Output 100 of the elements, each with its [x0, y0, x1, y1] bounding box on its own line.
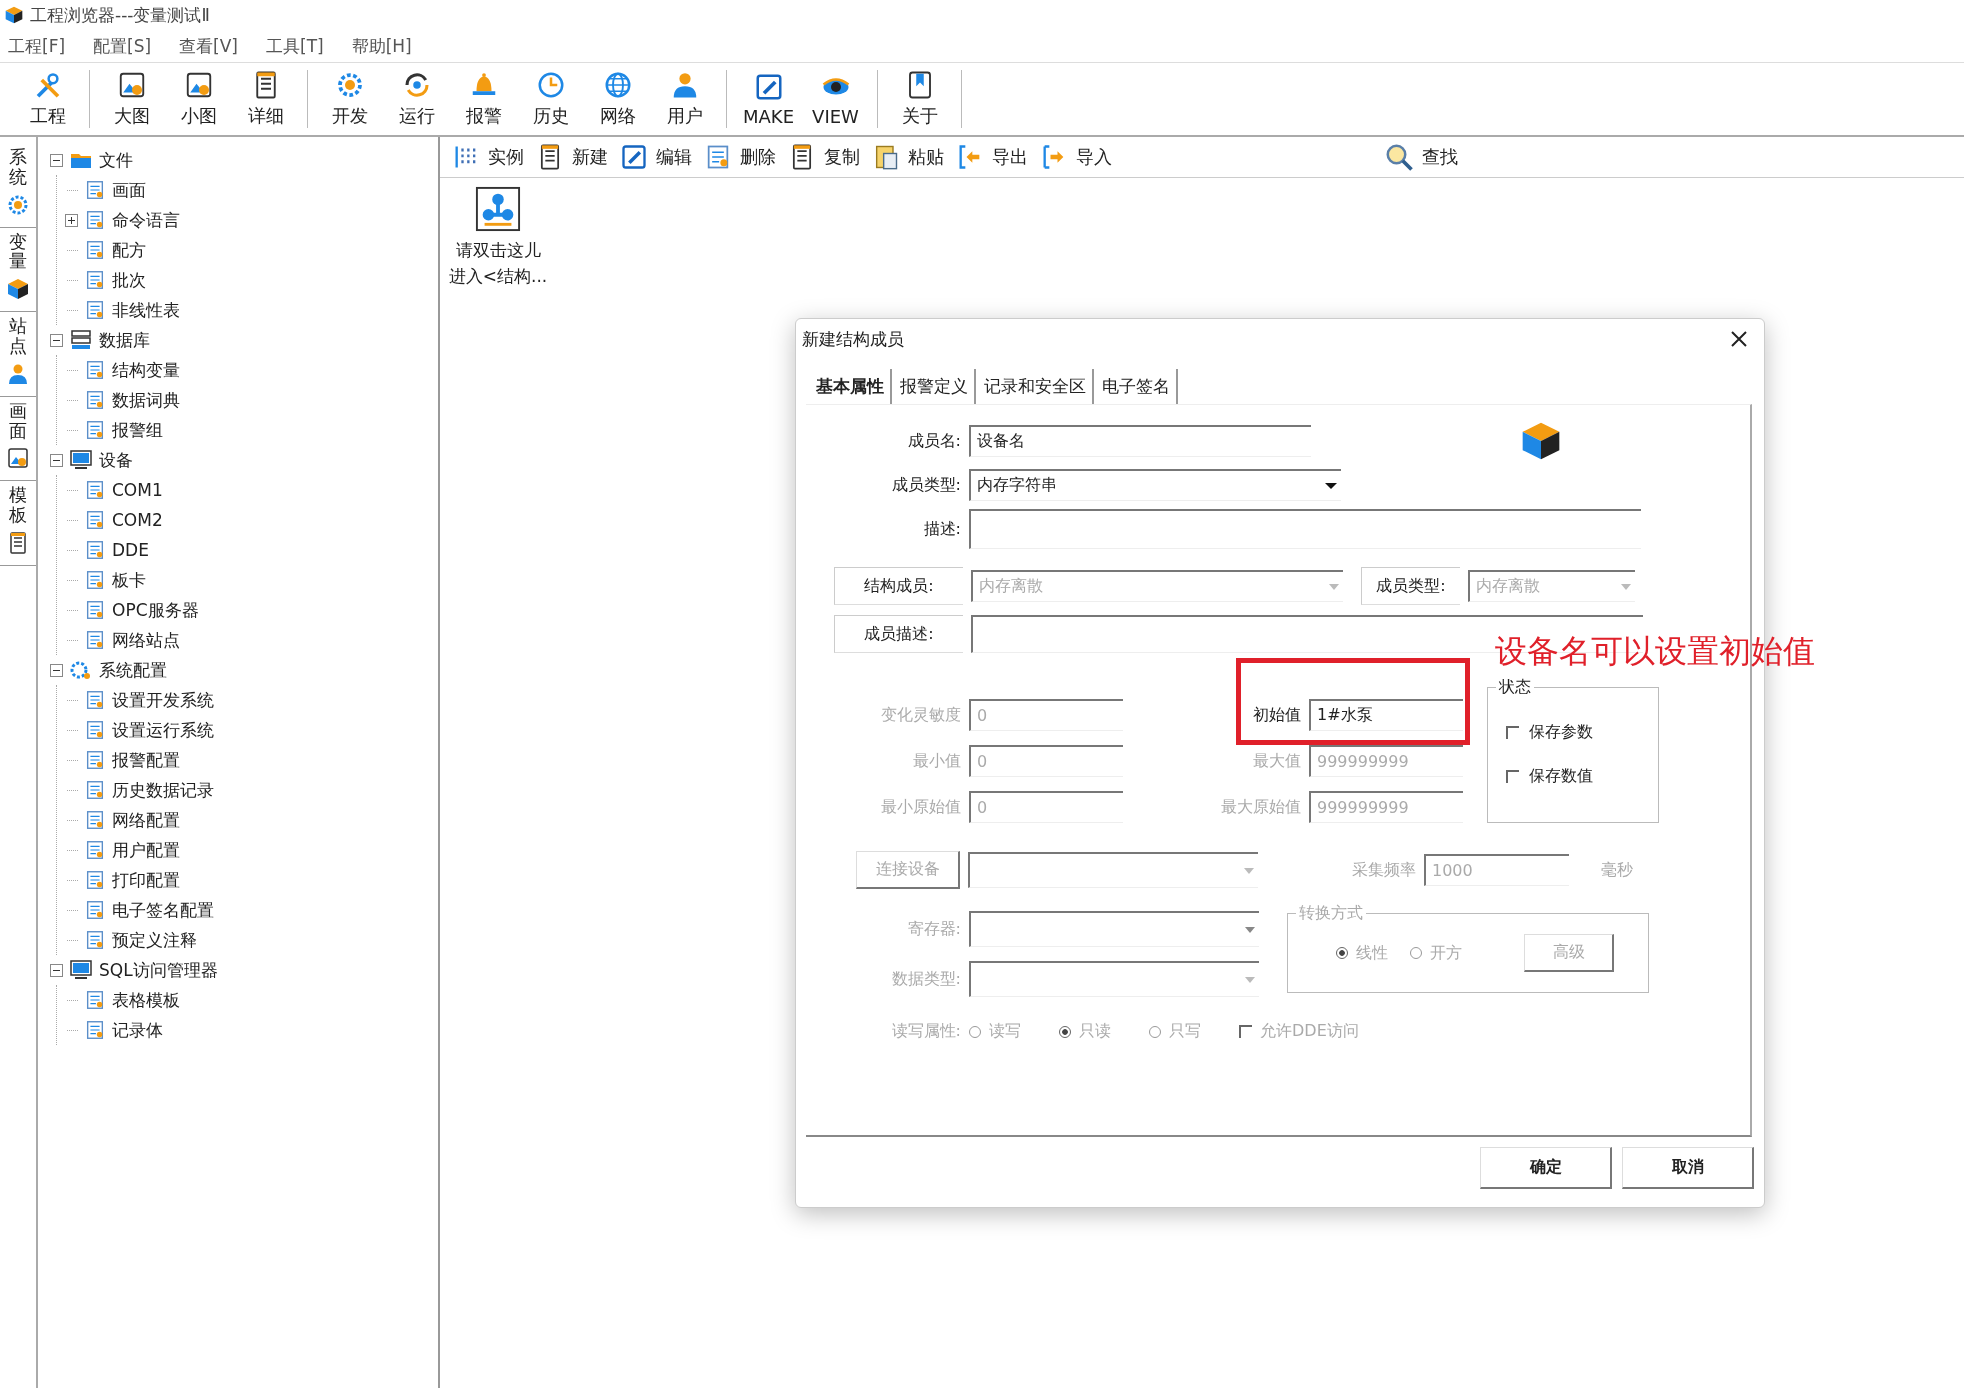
- side-tab[interactable]: 画面: [0, 396, 36, 482]
- tree-item[interactable]: 命令语言: [112, 208, 180, 232]
- field-label: 采集频率: [1351, 859, 1416, 881]
- tree-item[interactable]: 网络站点: [112, 628, 180, 652]
- tree-item[interactable]: 预定义注释: [112, 928, 197, 952]
- toolbar-button[interactable]: 网络: [584, 66, 651, 132]
- dropdown[interactable]: [968, 852, 1258, 888]
- toolbar-button[interactable]: 新建: [536, 143, 616, 171]
- field-label: 成员描述:: [834, 615, 963, 653]
- document-icon: [84, 629, 106, 651]
- tree-item[interactable]: 打印配置: [112, 868, 180, 892]
- dialog-button[interactable]: 确定: [1480, 1147, 1612, 1189]
- tree-item[interactable]: 文件: [99, 148, 133, 172]
- field-label: 数据类型:: [890, 968, 961, 990]
- collapse-toggle-icon[interactable]: [50, 963, 63, 977]
- side-tab[interactable]: 站点: [0, 312, 36, 397]
- toolbar-button[interactable]: 复制: [788, 143, 868, 171]
- dialog-title: 新建结构成员: [802, 327, 904, 351]
- tree-item[interactable]: OPC服务器: [112, 598, 199, 622]
- toolbar-button[interactable]: 详细: [232, 66, 299, 132]
- dropdown[interactable]: [969, 911, 1259, 947]
- tree-item[interactable]: 设置运行系统: [112, 718, 214, 742]
- side-tab[interactable]: 系统: [0, 143, 36, 228]
- document-icon: [84, 689, 106, 711]
- toolbar-button[interactable]: 导入: [1040, 143, 1120, 171]
- search-icon: [1384, 142, 1414, 172]
- menu-item[interactable]: 工具[T]: [266, 34, 324, 58]
- menu-item[interactable]: 帮助[H]: [351, 34, 412, 58]
- tree-item[interactable]: 结构变量: [112, 358, 180, 382]
- close-icon[interactable]: [1730, 330, 1748, 348]
- tree-item[interactable]: 批次: [112, 268, 146, 292]
- tree-item[interactable]: 记录体: [112, 1018, 163, 1042]
- toolbar-button[interactable]: 用户: [651, 66, 718, 132]
- tree-item[interactable]: COM2: [112, 510, 163, 530]
- tree-item[interactable]: COM1: [112, 480, 163, 500]
- checkbox-label[interactable]: 保存参数: [1529, 721, 1593, 743]
- tree-item[interactable]: 画面: [112, 178, 146, 202]
- tree-item[interactable]: 设置开发系统: [112, 688, 214, 712]
- expand-toggle-icon[interactable]: [65, 213, 78, 227]
- tree-item[interactable]: 电子签名配置: [112, 898, 214, 922]
- collapse-toggle-icon[interactable]: [50, 333, 63, 347]
- tree-item[interactable]: SQL访问管理器: [99, 958, 218, 982]
- toolbar-button[interactable]: 报警: [450, 66, 517, 132]
- document-icon: [84, 479, 106, 501]
- side-tab[interactable]: 变量: [0, 227, 36, 313]
- document-icon: [84, 359, 106, 381]
- item-label[interactable]: 请双击这儿 进入<结构...: [448, 238, 548, 289]
- toolbar-button[interactable]: 编辑: [620, 143, 700, 171]
- toolbar-button[interactable]: 实例: [452, 143, 532, 171]
- toolbar-button[interactable]: 关于: [886, 66, 953, 132]
- document-icon: [84, 869, 106, 891]
- tree-item[interactable]: 用户配置: [112, 838, 180, 862]
- tree-item[interactable]: 数据词典: [112, 388, 180, 412]
- dialog-button[interactable]: 取消: [1622, 1147, 1754, 1189]
- toolbar-button[interactable]: 工程: [14, 66, 81, 132]
- field-label: 描述:: [922, 518, 961, 540]
- toolbar-button[interactable]: 导出: [956, 143, 1036, 171]
- search-button[interactable]: 查找: [1384, 142, 1466, 172]
- tree-item[interactable]: 表格模板: [112, 988, 180, 1012]
- document-icon: [84, 239, 106, 261]
- field-label: 最大原始值: [1220, 796, 1301, 818]
- text-field[interactable]: [969, 509, 1641, 549]
- menu-item[interactable]: 配置[S]: [93, 34, 152, 58]
- text-field[interactable]: 1#水泵: [1309, 699, 1463, 731]
- toolbar-button[interactable]: 粘贴: [872, 143, 952, 171]
- structure-diagram-icon: [475, 186, 521, 232]
- collapse-toggle-icon[interactable]: [50, 153, 63, 167]
- toolbar-button[interactable]: 小图: [165, 66, 232, 132]
- dropdown[interactable]: 内存字符串: [969, 469, 1341, 501]
- toolbar-button[interactable]: 运行: [383, 66, 450, 132]
- tree-item[interactable]: 设备: [99, 448, 133, 472]
- toolbar-button[interactable]: VIEW: [802, 66, 869, 132]
- tree-item[interactable]: 非线性表: [112, 298, 180, 322]
- tree-item[interactable]: DDE: [112, 540, 149, 560]
- field-label: 变化灵敏度: [880, 704, 961, 726]
- toolbar-button[interactable]: 删除: [704, 143, 784, 171]
- tree-item[interactable]: 板卡: [112, 568, 146, 592]
- dropdown[interactable]: [969, 961, 1259, 997]
- document-icon: [84, 209, 106, 231]
- tree-item[interactable]: 数据库: [99, 328, 150, 352]
- tree-item[interactable]: 报警组: [112, 418, 163, 442]
- tree-item[interactable]: 网络配置: [112, 808, 180, 832]
- tree-item[interactable]: 报警配置: [112, 748, 180, 772]
- tree-item[interactable]: 配方: [112, 238, 146, 262]
- text-field[interactable]: 设备名: [969, 425, 1311, 457]
- toolbar-button[interactable]: 开发: [316, 66, 383, 132]
- tree-item[interactable]: 系统配置: [99, 658, 167, 682]
- tree-item[interactable]: 历史数据记录: [112, 778, 214, 802]
- document-icon: [84, 539, 106, 561]
- collapse-toggle-icon[interactable]: [50, 663, 63, 677]
- field-label: 成员名:: [906, 430, 961, 452]
- checkbox-label[interactable]: 保存数值: [1529, 765, 1593, 787]
- side-tab[interactable]: 模板: [0, 481, 36, 566]
- field-label: 成员类型:: [1361, 567, 1460, 605]
- collapse-toggle-icon[interactable]: [50, 453, 63, 467]
- toolbar-button[interactable]: 历史: [517, 66, 584, 132]
- menu-item[interactable]: 工程[F]: [8, 34, 66, 58]
- toolbar-button[interactable]: MAKE: [735, 66, 802, 132]
- menu-item[interactable]: 查看[V]: [179, 34, 238, 58]
- toolbar-button[interactable]: 大图: [98, 66, 165, 132]
